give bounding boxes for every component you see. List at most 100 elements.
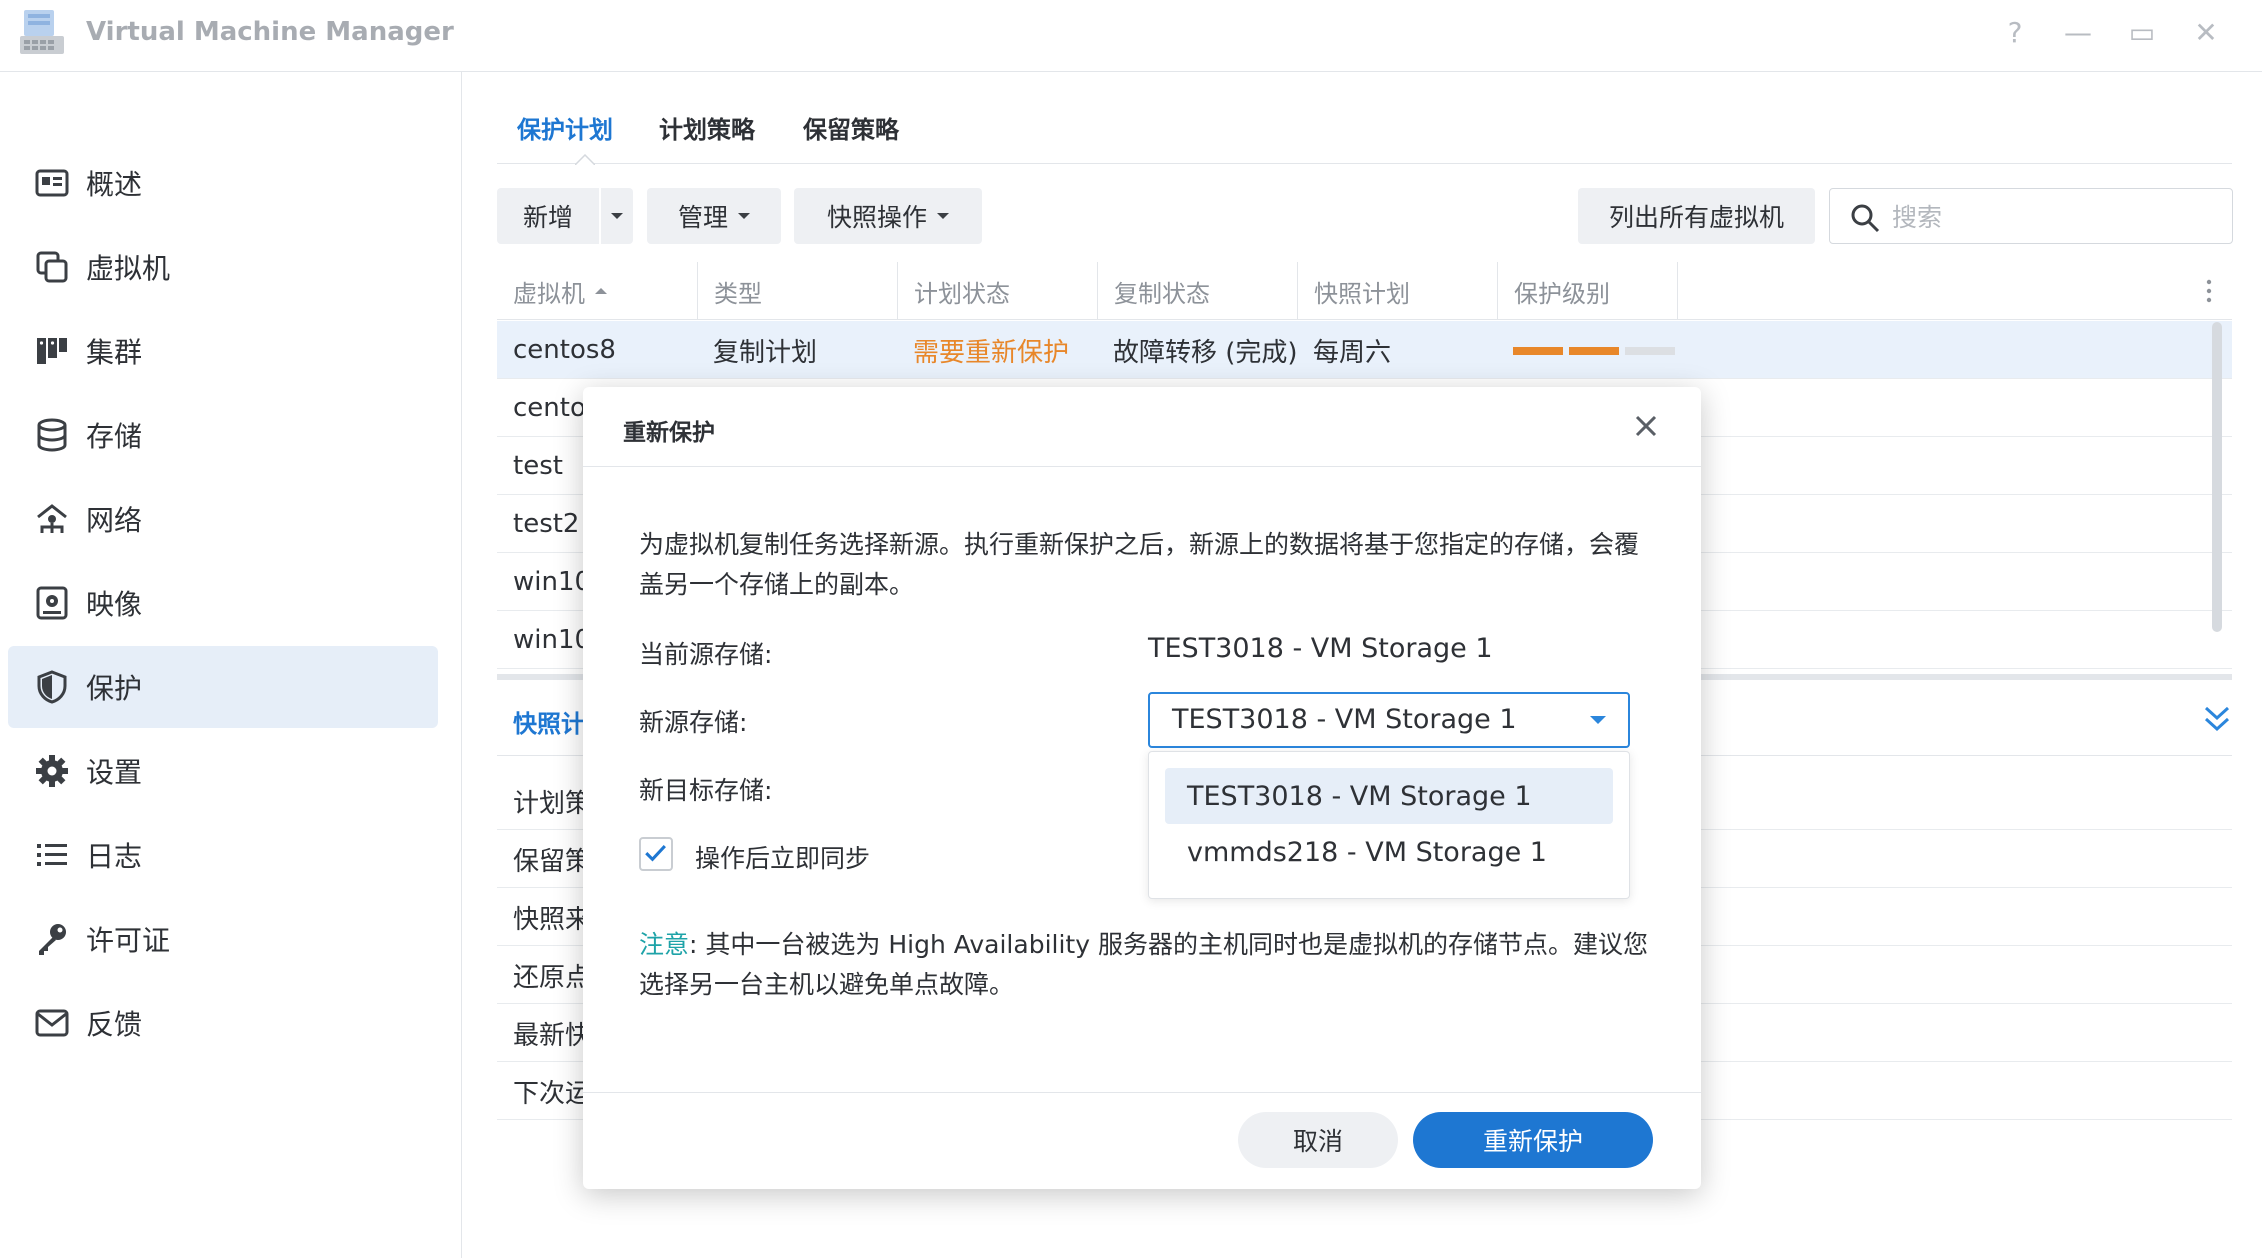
sidebar-item-settings[interactable]: 设置 bbox=[8, 730, 438, 812]
protection-level-bar bbox=[1513, 347, 1683, 355]
search-input[interactable] bbox=[1892, 199, 2212, 235]
sidebar-item-label: 集群 bbox=[86, 336, 143, 369]
close-icon[interactable]: ✕ bbox=[2186, 12, 2226, 52]
sidebar-item-label: 保护 bbox=[86, 672, 143, 705]
cell-vm: centos8 bbox=[513, 335, 616, 365]
add-button[interactable]: 新增 bbox=[497, 188, 599, 244]
column-header-plan-status[interactable]: 计划状态 bbox=[897, 262, 1097, 320]
tab-protection-plan[interactable]: 保护计划 bbox=[517, 110, 613, 145]
title-bar: Virtual Machine Manager ? — ▭ ✕ bbox=[0, 0, 2262, 72]
column-header-label: 虚拟机 bbox=[513, 279, 585, 308]
sidebar-item-label: 网络 bbox=[86, 504, 143, 537]
table-header: 虚拟机 类型 计划状态 复制状态 快照计划 保护级别 bbox=[497, 262, 2232, 320]
sidebar-item-network[interactable]: 网络 bbox=[8, 478, 438, 560]
image-icon bbox=[36, 586, 68, 620]
collapse-down-icon[interactable] bbox=[2203, 704, 2231, 734]
dialog-title: 重新保护 bbox=[623, 420, 715, 446]
cancel-button[interactable]: 取消 bbox=[1238, 1112, 1398, 1168]
dialog-description: 为虚拟机复制任务选择新源。执行重新保护之后，新源上的数据将基于您指定的存储，会覆… bbox=[639, 530, 1640, 599]
sidebar-item-label: 反馈 bbox=[86, 1008, 143, 1041]
overview-icon bbox=[35, 169, 69, 197]
app-title: Virtual Machine Manager bbox=[86, 17, 454, 47]
current-source-value: TEST3018 - VM Storage 1 bbox=[1148, 633, 1493, 664]
sidebar: 概述 虚拟机 集群 存储 网络 映像 保护 设置 日志 许可证 反馈 bbox=[0, 72, 462, 1258]
reprotect-button[interactable]: 重新保护 bbox=[1413, 1112, 1653, 1168]
cell-vm: win10 bbox=[513, 625, 592, 655]
manage-button-label: 管理 bbox=[677, 203, 728, 232]
log-list-icon bbox=[37, 844, 67, 866]
note-text: : 其中一台被选为 High Availability 服务器的主机同时也是虚拟… bbox=[639, 930, 1648, 999]
sidebar-item-label: 虚拟机 bbox=[86, 252, 171, 285]
sidebar-item-virtual-machine[interactable]: 虚拟机 bbox=[8, 226, 438, 308]
column-header-type[interactable]: 类型 bbox=[697, 262, 897, 320]
sidebar-item-image[interactable]: 映像 bbox=[8, 562, 438, 644]
storage-icon bbox=[37, 418, 67, 452]
more-vertical-icon[interactable] bbox=[2203, 278, 2215, 304]
search-icon bbox=[1851, 204, 1880, 233]
search-box bbox=[1829, 188, 2233, 244]
help-icon[interactable]: ? bbox=[1995, 12, 2035, 52]
column-header-replication-status[interactable]: 复制状态 bbox=[1097, 262, 1297, 320]
network-icon bbox=[37, 504, 67, 533]
sidebar-item-label: 设置 bbox=[86, 756, 143, 789]
tab-snapshot-plan[interactable]: 快照计 bbox=[513, 704, 585, 739]
chevron-down-icon bbox=[1590, 716, 1606, 724]
current-source-label: 当前源存储: bbox=[639, 640, 773, 669]
virtual-machine-icon bbox=[36, 251, 68, 283]
column-header-vm[interactable]: 虚拟机 bbox=[497, 262, 697, 320]
cell-vm: test2 bbox=[513, 509, 580, 539]
close-icon[interactable] bbox=[1631, 411, 1661, 441]
manage-button[interactable]: 管理 bbox=[647, 188, 781, 244]
cell-plan-status: 需要重新保护 bbox=[913, 337, 1070, 368]
sort-ascending-icon bbox=[595, 288, 607, 294]
tab-retention-policy[interactable]: 保留策略 bbox=[803, 110, 899, 145]
column-header-protection-level[interactable]: 保护级别 bbox=[1497, 262, 1677, 320]
sidebar-item-label: 许可证 bbox=[86, 924, 171, 957]
add-dropdown-button[interactable] bbox=[601, 188, 633, 244]
tab-schedule-policy[interactable]: 计划策略 bbox=[659, 110, 755, 145]
cell-vm: cento bbox=[513, 393, 586, 423]
note-prefix: 注意 bbox=[639, 930, 690, 959]
app-logo-icon bbox=[20, 10, 64, 54]
sync-checkbox[interactable] bbox=[639, 837, 673, 871]
table-row[interactable]: centos8 复制计划 需要重新保护 故障转移 (完成) 每周六 bbox=[497, 321, 2232, 379]
sidebar-item-feedback[interactable]: 反馈 bbox=[8, 982, 438, 1064]
detail-label: 计划策 bbox=[513, 788, 592, 819]
snapshot-ops-button[interactable]: 快照操作 bbox=[794, 188, 982, 244]
detail-label: 快照来 bbox=[513, 904, 592, 935]
cell-vm: test bbox=[513, 451, 563, 481]
sidebar-item-log[interactable]: 日志 bbox=[8, 814, 438, 896]
column-header-divider bbox=[1677, 262, 1694, 320]
cell-replication-status: 故障转移 (完成) bbox=[1113, 337, 1298, 368]
sidebar-item-storage[interactable]: 存储 bbox=[8, 394, 438, 476]
key-icon bbox=[39, 924, 66, 955]
dialog-header: 重新保护 bbox=[583, 387, 1701, 467]
detail-label: 下次运 bbox=[513, 1078, 592, 1109]
column-header-snapshot-schedule[interactable]: 快照计划 bbox=[1297, 262, 1497, 320]
sidebar-item-license[interactable]: 许可证 bbox=[8, 898, 438, 980]
dropdown-option[interactable]: vmmds218 - VM Storage 1 bbox=[1165, 824, 1613, 880]
dropdown-option[interactable]: TEST3018 - VM Storage 1 bbox=[1165, 768, 1613, 824]
detail-label: 还原点 bbox=[513, 962, 592, 993]
sidebar-item-protection[interactable]: 保护 bbox=[8, 646, 438, 728]
maximize-icon[interactable]: ▭ bbox=[2122, 12, 2162, 52]
chevron-down-icon bbox=[738, 213, 750, 219]
cluster-icon bbox=[37, 338, 67, 364]
new-source-label: 新源存储: bbox=[639, 708, 748, 737]
sidebar-item-label: 映像 bbox=[86, 588, 143, 621]
tab-bar: 保护计划 计划策略 保留策略 bbox=[497, 72, 2232, 165]
new-source-select[interactable]: TEST3018 - VM Storage 1 bbox=[1148, 692, 1630, 748]
sync-checkbox-label[interactable]: 操作后立即同步 bbox=[695, 839, 870, 875]
minimize-icon[interactable]: — bbox=[2058, 12, 2098, 52]
mail-icon bbox=[35, 1009, 69, 1037]
list-all-vms-button[interactable]: 列出所有虚拟机 bbox=[1578, 188, 1815, 244]
table-scrollbar[interactable] bbox=[2212, 322, 2222, 632]
new-source-selected-value: TEST3018 - VM Storage 1 bbox=[1172, 704, 1517, 735]
sidebar-item-label: 存储 bbox=[86, 420, 143, 453]
dialog-note: 注意: 其中一台被选为 High Availability 服务器的主机同时也是… bbox=[639, 925, 1659, 1005]
sidebar-item-cluster[interactable]: 集群 bbox=[8, 310, 438, 392]
sidebar-item-overview[interactable]: 概述 bbox=[8, 142, 438, 224]
new-target-label: 新目标存储: bbox=[639, 776, 773, 805]
dialog-footer-divider bbox=[583, 1092, 1701, 1093]
sidebar-item-label: 概述 bbox=[86, 168, 143, 201]
